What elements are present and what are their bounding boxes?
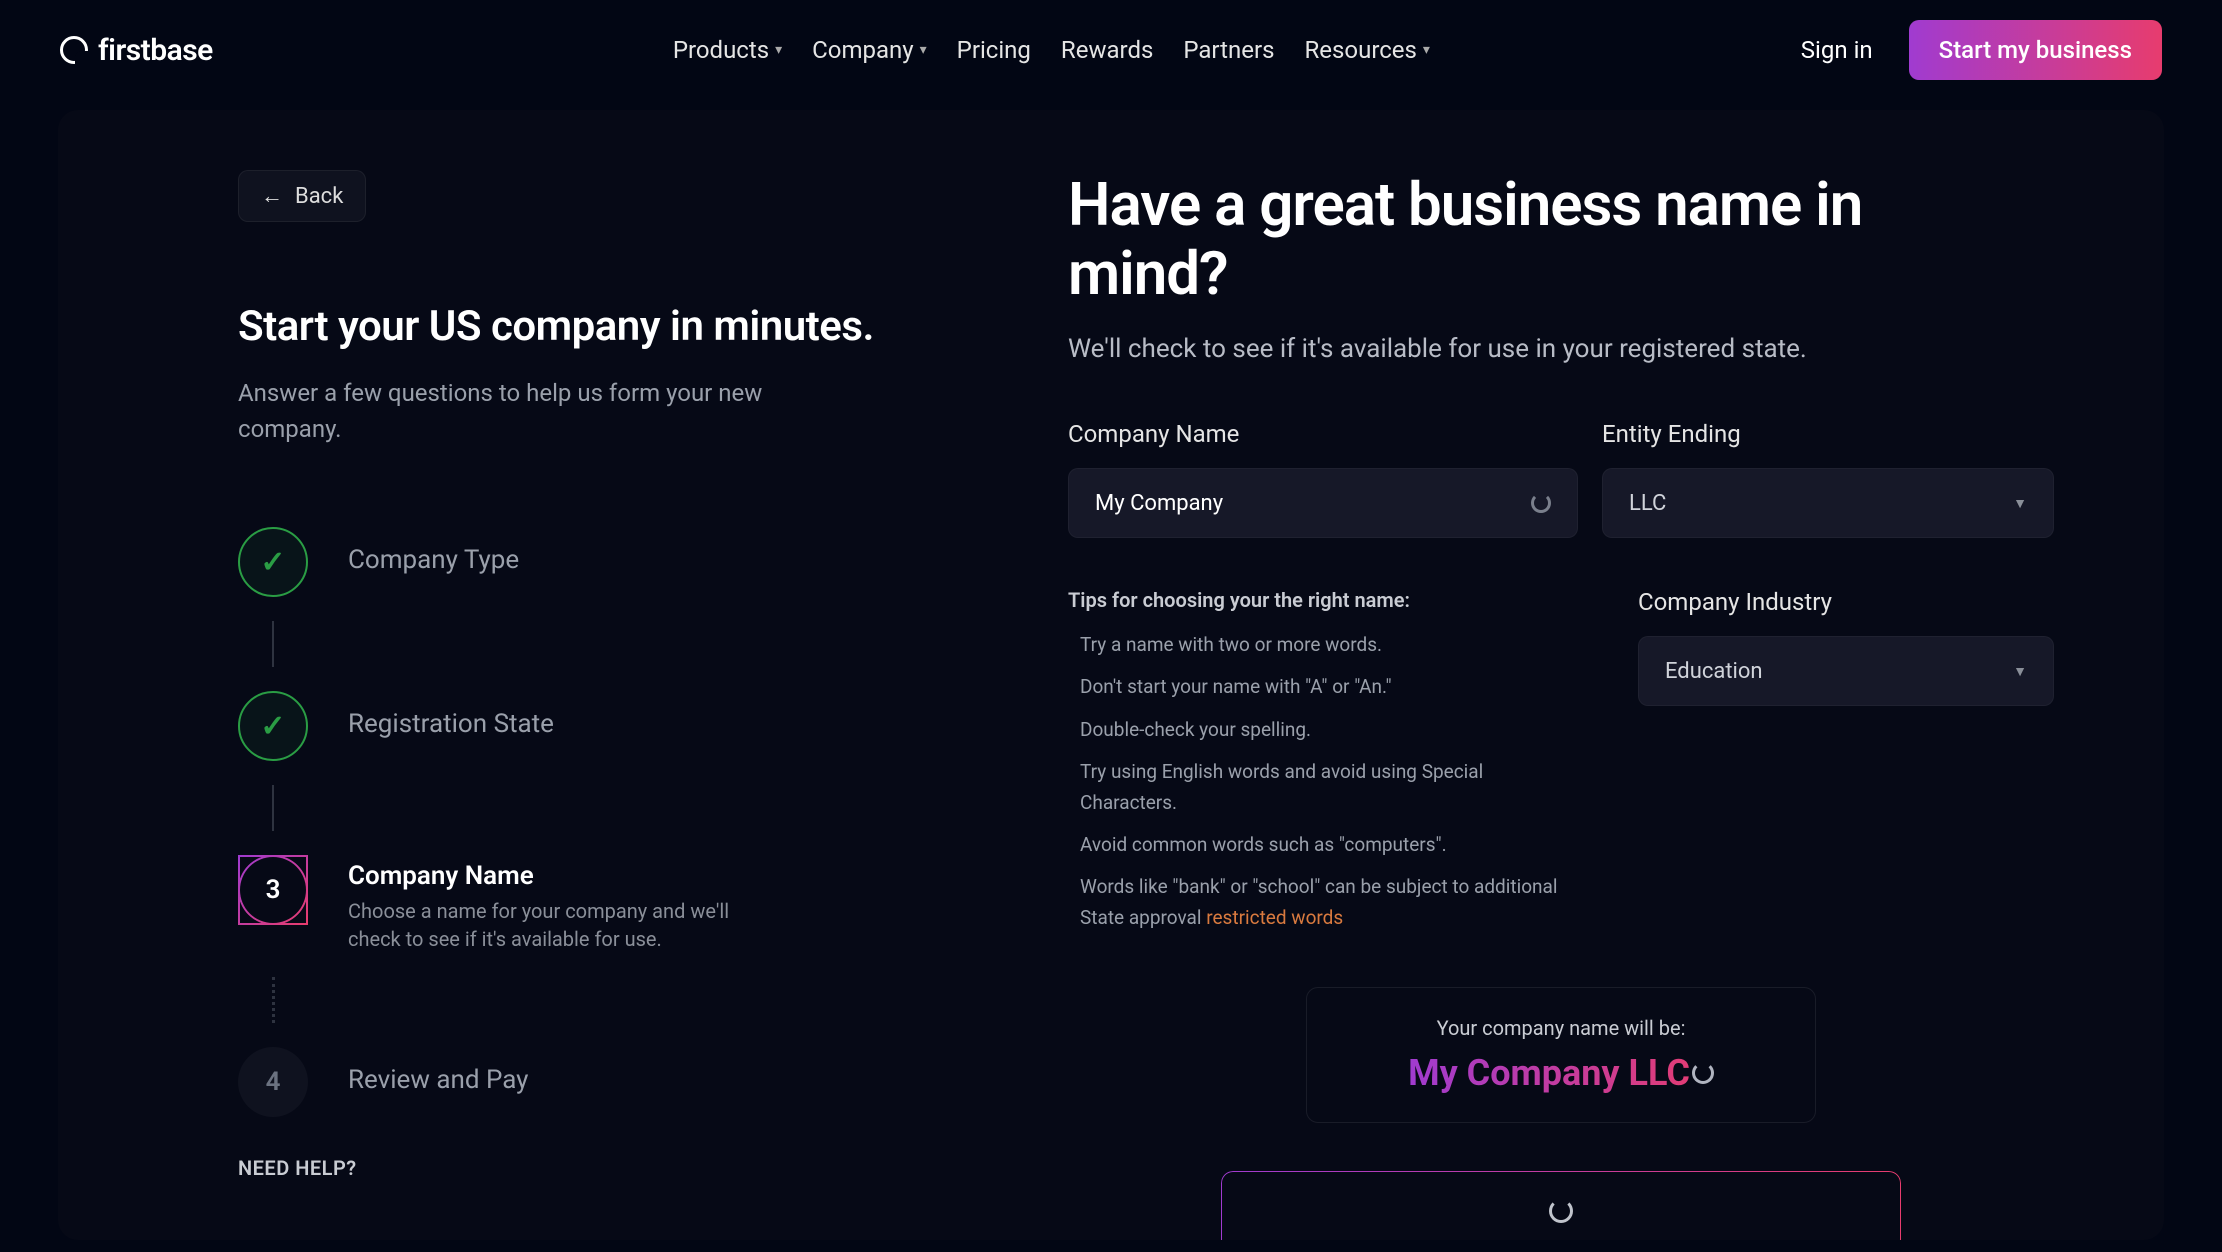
tip-item: Avoid common words such as "computers".	[1068, 830, 1578, 860]
industry-select[interactable]: Education ▼	[1638, 636, 2054, 706]
chevron-down-icon: ▾	[775, 42, 782, 58]
company-name-input[interactable]: My Company	[1068, 468, 1578, 538]
chevron-down-icon: ▾	[920, 42, 927, 58]
right-title: Have a great business name in mind?	[1068, 170, 1968, 308]
nav-partners[interactable]: Partners	[1183, 36, 1274, 64]
step-connector-dotted	[272, 977, 275, 1023]
step-connector	[272, 785, 274, 831]
brand-name: firstbase	[98, 33, 213, 68]
nav-company[interactable]: Company ▾	[812, 36, 927, 64]
need-help-link[interactable]: NEED HELP?	[238, 1156, 357, 1180]
left-subtitle: Answer a few questions to help us form y…	[238, 375, 798, 447]
nav-resources[interactable]: Resources ▾	[1305, 36, 1430, 64]
tip-item: Double-check your spelling.	[1068, 715, 1578, 745]
entity-ending-select[interactable]: LLC ▼	[1602, 468, 2054, 538]
nav-rewards[interactable]: Rewards	[1061, 36, 1153, 64]
restricted-words-link[interactable]: restricted words	[1206, 906, 1343, 929]
back-button[interactable]: ← Back	[238, 170, 366, 222]
dropdown-triangle-icon: ▼	[2013, 663, 2027, 680]
preview-label: Your company name will be:	[1327, 1016, 1795, 1040]
left-title: Start your US company in minutes.	[238, 302, 898, 351]
step-company-type: ✓ Company Type	[238, 527, 898, 597]
industry-label: Company Industry	[1638, 588, 2054, 616]
tips-block: Tips for choosing your the right name: T…	[1068, 588, 1578, 945]
step-number-4: 4	[238, 1047, 308, 1117]
name-preview-box: Your company name will be: My Company LL…	[1306, 987, 1816, 1123]
arrow-left-icon: ←	[261, 183, 283, 209]
nav-products[interactable]: Products ▾	[673, 36, 782, 64]
tip-item: Try a name with two or more words.	[1068, 630, 1578, 660]
preview-name: My Company LLC	[1408, 1052, 1714, 1094]
entity-ending-field: Entity Ending LLC ▼	[1602, 420, 2054, 538]
tip-item: Try using English words and avoid using …	[1068, 757, 1578, 818]
name-row: Company Name My Company Entity Ending LL…	[1068, 420, 2054, 538]
industry-field: Company Industry Education ▼	[1638, 588, 2054, 945]
chevron-down-icon: ▾	[1423, 42, 1430, 58]
logo[interactable]: firstbase	[60, 33, 213, 68]
progress-steps: ✓ Company Type ✓ Registration State 3 Co…	[238, 527, 898, 1117]
step-check-icon: ✓	[238, 527, 308, 597]
company-name-field: Company Name My Company	[1068, 420, 1578, 538]
step-check-icon: ✓	[238, 691, 308, 761]
right-subtitle: We'll check to see if it's available for…	[1068, 334, 2054, 364]
submit-loading-box[interactable]	[1221, 1171, 1901, 1240]
step-connector	[272, 621, 274, 667]
left-column: ← Back Start your US company in minutes.…	[58, 110, 988, 1240]
spinner-icon	[1692, 1062, 1714, 1084]
nav-center: Products ▾ Company ▾ Pricing Rewards Par…	[673, 36, 1430, 64]
step-review-pay: 4 Review and Pay	[238, 1047, 898, 1117]
tips-row: Tips for choosing your the right name: T…	[1068, 588, 2054, 945]
top-nav: firstbase Products ▾ Company ▾ Pricing R…	[0, 0, 2222, 100]
company-name-label: Company Name	[1068, 420, 1578, 448]
main-panel: ← Back Start your US company in minutes.…	[58, 110, 2164, 1240]
entity-ending-label: Entity Ending	[1602, 420, 2054, 448]
step-number-3: 3	[238, 855, 308, 925]
right-column: Have a great business name in mind? We'l…	[988, 110, 2164, 1240]
start-business-button[interactable]: Start my business	[1909, 20, 2162, 80]
tip-item: Words like "bank" or "school" can be sub…	[1068, 872, 1578, 933]
tips-title: Tips for choosing your the right name:	[1068, 588, 1578, 612]
dropdown-triangle-icon: ▼	[2013, 495, 2027, 512]
step-registration-state: ✓ Registration State	[238, 691, 898, 761]
spinner-icon	[1549, 1199, 1573, 1223]
tip-item: Don't start your name with "A" or "An."	[1068, 672, 1578, 702]
step-company-name: 3 Company Name Choose a name for your co…	[238, 855, 898, 953]
nav-right: Sign in Start my business	[1801, 20, 2162, 80]
signin-link[interactable]: Sign in	[1801, 36, 1873, 64]
nav-pricing[interactable]: Pricing	[957, 36, 1031, 64]
spinner-icon	[1531, 493, 1551, 513]
logo-mark-icon	[60, 36, 88, 64]
